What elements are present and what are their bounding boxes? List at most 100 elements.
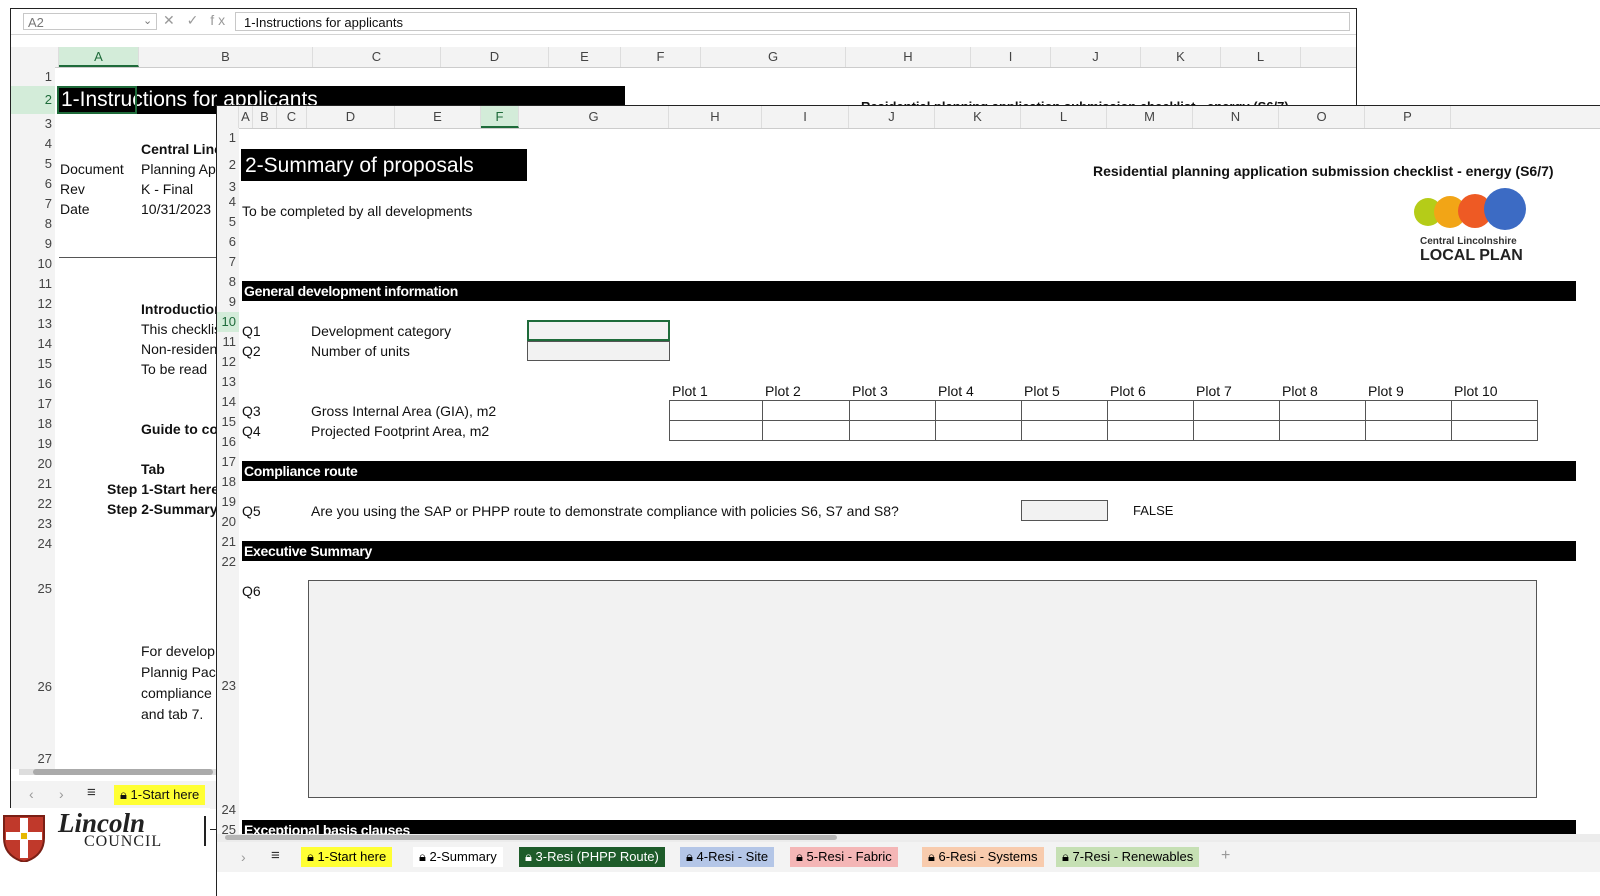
row-header-5[interactable]: 5 — [11, 154, 55, 174]
horizontal-scrollbar[interactable] — [217, 834, 1600, 842]
column-header-b[interactable]: B — [139, 47, 313, 67]
column-header-a[interactable]: A — [59, 47, 139, 67]
sheet-tab[interactable]: 🔒︎ 5-Resi - Fabric — [790, 847, 898, 867]
column-header-h[interactable]: H — [846, 47, 971, 67]
row-header-23[interactable]: 23 — [11, 514, 55, 534]
development-category-input[interactable] — [527, 320, 670, 341]
gia-input[interactable] — [1279, 400, 1366, 421]
row-header-6[interactable]: 6 — [11, 174, 55, 194]
row-header-25[interactable]: 25 — [11, 554, 55, 624]
column-header-n[interactable]: N — [1193, 106, 1279, 128]
row-header-3[interactable]: 3 — [217, 180, 239, 193]
sheet-tab[interactable]: 🔒︎ 2-Summary — [413, 847, 503, 867]
add-sheet-icon[interactable]: + — [1221, 847, 1230, 865]
row-header-9[interactable]: 9 — [217, 292, 239, 312]
row-header-22[interactable]: 22 — [11, 494, 55, 514]
footprint-input[interactable] — [935, 420, 1022, 441]
row-header-1[interactable]: 1 — [11, 67, 55, 86]
row-header-11[interactable]: 11 — [11, 274, 55, 294]
column-header-h[interactable]: H — [669, 106, 762, 128]
active-cell-cursor[interactable] — [57, 86, 137, 114]
column-header-c[interactable]: C — [313, 47, 441, 67]
number-of-units-input[interactable] — [527, 341, 670, 361]
column-header-p[interactable]: P — [1365, 106, 1451, 128]
select-all-corner[interactable] — [11, 47, 59, 67]
row-header-13[interactable]: 13 — [217, 372, 239, 392]
sheet-tab-start-here[interactable]: 🔒︎ 1-Start here — [114, 785, 206, 805]
row-header-5[interactable]: 5 — [217, 212, 239, 232]
column-header-i[interactable]: I — [971, 47, 1051, 67]
row-header-24[interactable]: 24 — [11, 534, 55, 554]
column-header-f[interactable]: F — [481, 106, 519, 128]
row-header-7[interactable]: 7 — [11, 194, 55, 214]
column-header-k[interactable]: K — [935, 106, 1021, 128]
name-box[interactable]: A2 — [23, 13, 157, 30]
row-header-20[interactable]: 20 — [11, 454, 55, 474]
prev-sheet-icon[interactable]: ‹ — [29, 786, 34, 802]
column-header-m[interactable]: M — [1107, 106, 1193, 128]
column-header-o[interactable]: O — [1279, 106, 1365, 128]
sheet-tab[interactable]: 🔒︎ 3-Resi (PHPP Route) — [519, 847, 665, 867]
row-header-21[interactable]: 21 — [11, 474, 55, 494]
sheet-tab[interactable]: 🔒︎ 7-Resi - Renewables — [1056, 847, 1200, 867]
footprint-input[interactable] — [669, 420, 763, 441]
column-header-j[interactable]: J — [849, 106, 935, 128]
row-header-12[interactable]: 12 — [11, 294, 55, 314]
row-header-17[interactable]: 17 — [11, 394, 55, 414]
sheet-list-icon[interactable]: ≡ — [271, 847, 280, 864]
executive-summary-textarea[interactable] — [308, 580, 1537, 798]
compliance-route-input[interactable] — [1021, 500, 1108, 521]
footprint-input[interactable] — [849, 420, 936, 441]
row-header-19[interactable]: 19 — [11, 434, 55, 454]
column-header-g[interactable]: G — [701, 47, 846, 67]
gia-input[interactable] — [1193, 400, 1280, 421]
next-sheet-icon[interactable]: › — [59, 786, 64, 802]
column-header-f[interactable]: F — [621, 47, 701, 67]
row-header-16[interactable]: 16 — [11, 374, 55, 394]
footprint-input[interactable] — [1107, 420, 1194, 441]
horizontal-scrollbar[interactable] — [19, 769, 219, 775]
chevron-down-icon[interactable]: ⌄ — [143, 14, 152, 27]
row-header-7[interactable]: 7 — [217, 252, 239, 272]
row-header-15[interactable]: 15 — [217, 412, 239, 432]
column-header-l[interactable]: L — [1221, 47, 1301, 67]
column-header-i[interactable]: I — [762, 106, 849, 128]
gia-input[interactable] — [849, 400, 936, 421]
row-header-2[interactable]: 2 — [217, 148, 239, 182]
row-header-23[interactable]: 23 — [217, 572, 239, 800]
row-header-18[interactable]: 18 — [217, 472, 239, 492]
gia-input[interactable] — [1365, 400, 1452, 421]
row-header-11[interactable]: 11 — [217, 332, 239, 352]
row-header-21[interactable]: 21 — [217, 532, 239, 552]
gia-input[interactable] — [1021, 400, 1108, 421]
row-header-20[interactable]: 20 — [217, 512, 239, 532]
row-header-1[interactable]: 1 — [217, 128, 239, 148]
row-header-16[interactable]: 16 — [217, 432, 239, 452]
row-header-10[interactable]: 10 — [11, 254, 55, 274]
next-sheet-icon[interactable]: › — [241, 849, 246, 865]
sheet-list-icon[interactable]: ≡ — [87, 784, 96, 801]
row-header-26[interactable]: 26 — [11, 624, 55, 749]
sheet-tab[interactable]: 🔒︎ 4-Resi - Site — [680, 847, 775, 867]
column-header-a[interactable]: A — [239, 106, 253, 128]
column-header-e[interactable]: E — [395, 106, 481, 128]
row-header-12[interactable]: 12 — [217, 352, 239, 372]
row-header-17[interactable]: 17 — [217, 452, 239, 472]
row-header-8[interactable]: 8 — [11, 214, 55, 234]
row-header-15[interactable]: 15 — [11, 354, 55, 374]
formula-input[interactable]: 1-Instructions for applicants — [235, 12, 1350, 31]
column-header-d[interactable]: D — [307, 106, 395, 128]
row-header-18[interactable]: 18 — [11, 414, 55, 434]
row-header-10[interactable]: 10 — [217, 312, 239, 332]
gia-input[interactable] — [669, 400, 763, 421]
row-header-22[interactable]: 22 — [217, 552, 239, 572]
row-header-24[interactable]: 24 — [217, 800, 239, 820]
footprint-input[interactable] — [1279, 420, 1366, 441]
column-header-e[interactable]: E — [549, 47, 621, 67]
row-header-13[interactable]: 13 — [11, 314, 55, 334]
gia-input[interactable] — [1107, 400, 1194, 421]
column-header-g[interactable]: G — [519, 106, 669, 128]
footprint-input[interactable] — [1365, 420, 1452, 441]
sheet-tab[interactable]: 🔒︎ 1-Start here — [301, 847, 393, 867]
row-header-14[interactable]: 14 — [11, 334, 55, 354]
